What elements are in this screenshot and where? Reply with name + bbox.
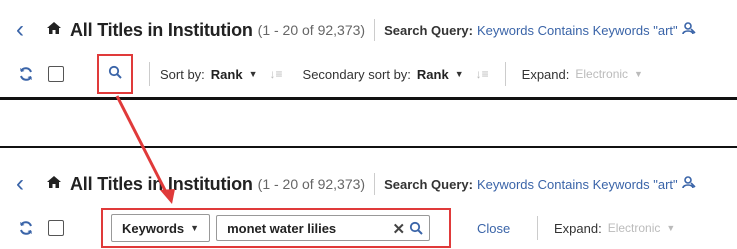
search-input[interactable]: monet water lilies ✕ — [216, 215, 431, 241]
chevron-left-icon[interactable]: ‹ — [16, 18, 38, 42]
toolbar-divider — [504, 62, 506, 86]
expand-label: Expand: — [521, 66, 570, 82]
sort-by-select[interactable]: Rank — [211, 67, 243, 82]
search-field-value: Keywords — [122, 220, 185, 236]
sort-by-label: Sort by: — [160, 66, 205, 82]
home-icon[interactable] — [46, 21, 62, 40]
page-title: All Titles in Institution — [70, 19, 253, 40]
results-toolbar: Sort by: Rank ▼ ↓≡ Secondary sort by: Ra… — [0, 54, 737, 94]
result-count: (1 - 20 of 92,373) — [257, 22, 366, 38]
header-divider — [374, 173, 376, 195]
result-count: (1 - 20 of 92,373) — [257, 176, 366, 192]
toolbar-divider — [537, 216, 538, 240]
refresh-icon[interactable] — [18, 220, 34, 236]
search-input-value: monet water lilies — [227, 220, 337, 236]
sort-direction-icon[interactable]: ↓≡ — [270, 67, 283, 81]
select-all-checkbox[interactable] — [48, 220, 64, 236]
select-all-checkbox[interactable] — [48, 66, 64, 82]
clear-icon[interactable]: ✕ — [392, 220, 405, 238]
chevron-left-icon[interactable]: ‹ — [16, 172, 38, 196]
search-within-box: Keywords ▼ monet water lilies ✕ — [101, 208, 451, 248]
results-panel-after: ‹ All Titles in Institution (1 - 20 of 9… — [0, 146, 737, 249]
search-icon — [108, 65, 122, 84]
person-search-icon[interactable] — [681, 175, 696, 194]
results-header: ‹ All Titles in Institution (1 - 20 of 9… — [0, 8, 737, 52]
secondary-sort-select[interactable]: Rank — [417, 67, 449, 82]
secondary-sort-direction-icon[interactable]: ↓≡ — [476, 67, 489, 81]
expand-select[interactable]: Electronic — [575, 67, 628, 81]
search-query-value[interactable]: Keywords Contains Keywords "art" — [477, 23, 678, 38]
header-divider — [374, 19, 376, 41]
search-query-label: Search Query: — [384, 22, 473, 38]
person-search-icon[interactable] — [681, 21, 696, 40]
page-title: All Titles in Institution — [70, 173, 253, 194]
expand-label: Expand: — [554, 220, 602, 236]
results-panel-before: ‹ All Titles in Institution (1 - 20 of 9… — [0, 0, 737, 100]
caret-down-icon[interactable]: ▼ — [249, 69, 258, 79]
refresh-icon[interactable] — [18, 66, 34, 82]
caret-down-icon[interactable]: ▼ — [634, 69, 643, 79]
results-header: ‹ All Titles in Institution (1 - 20 of 9… — [0, 162, 737, 206]
expand-select[interactable]: Electronic — [608, 221, 661, 235]
search-button[interactable] — [97, 54, 133, 94]
close-search-link[interactable]: Close — [477, 221, 510, 236]
search-field-select[interactable]: Keywords ▼ — [111, 214, 211, 242]
home-icon[interactable] — [46, 175, 62, 194]
toolbar-divider — [149, 62, 150, 86]
search-toolbar: Keywords ▼ monet water lilies ✕ Close Ex… — [0, 208, 737, 248]
caret-down-icon: ▼ — [190, 223, 200, 233]
secondary-sort-label: Secondary sort by: — [302, 66, 411, 82]
search-icon[interactable] — [409, 221, 423, 238]
caret-down-icon[interactable]: ▼ — [666, 223, 675, 233]
search-query-value[interactable]: Keywords Contains Keywords "art" — [477, 177, 678, 192]
search-query-label: Search Query: — [384, 176, 473, 192]
caret-down-icon[interactable]: ▼ — [455, 69, 464, 79]
